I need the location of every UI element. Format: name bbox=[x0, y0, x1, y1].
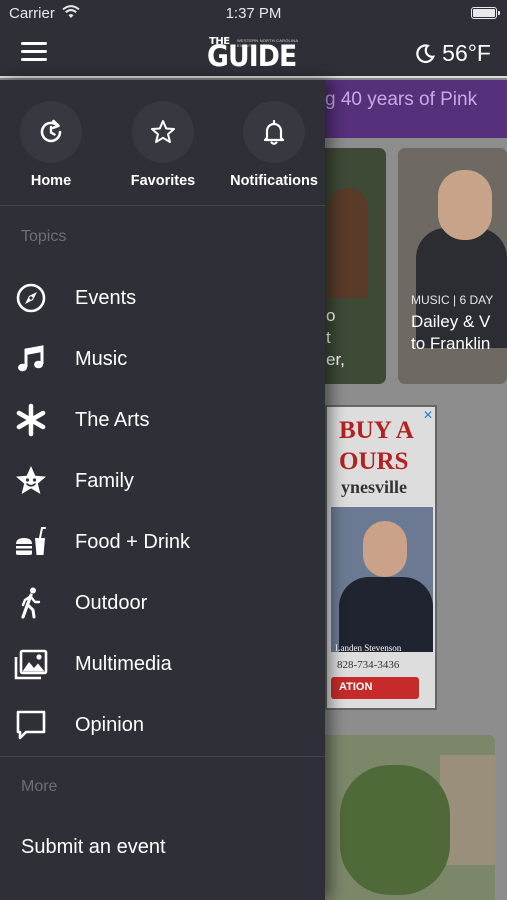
home-button[interactable]: Home bbox=[0, 101, 106, 189]
card-image bbox=[328, 188, 368, 298]
menu-item-the-arts[interactable]: The Arts bbox=[0, 391, 325, 449]
ad-headline: BUY A OURS bbox=[339, 417, 414, 475]
favorites-button[interactable]: Favorites bbox=[108, 101, 218, 189]
moon-icon bbox=[416, 43, 436, 63]
menu-item-label: The Arts bbox=[75, 409, 150, 431]
refresh-clock-icon bbox=[40, 119, 62, 143]
burger-drink-icon bbox=[16, 527, 46, 555]
logo-guide: GUIDE bbox=[207, 39, 297, 73]
topics-heading: Topics bbox=[21, 228, 67, 245]
side-drawer: Home Favorites Notifications Topics Even… bbox=[0, 80, 325, 900]
more-heading: More bbox=[21, 778, 58, 795]
asterisk-icon bbox=[16, 403, 46, 437]
weather-widget[interactable]: 56°F bbox=[414, 40, 491, 67]
promo-banner[interactable]: g 40 years of Pink bbox=[325, 80, 507, 138]
menu-item-multimedia[interactable]: Multimedia bbox=[0, 635, 325, 693]
ad-name: Landen Stevenson bbox=[335, 643, 402, 653]
feed-card[interactable]: MUSIC | 6 DAY Dailey & V to Franklin bbox=[398, 148, 507, 384]
card-category: MUSIC | 6 DAY bbox=[411, 293, 494, 307]
top-nav-bar: THE WESTERN NORTH CAROLINA EVENTS GUIDE … bbox=[0, 28, 507, 78]
bell-icon bbox=[263, 119, 285, 145]
menu-item-label: Music bbox=[75, 348, 128, 370]
menu-item-label: Outdoor bbox=[75, 592, 148, 614]
ad-town: ynesville bbox=[341, 477, 407, 497]
card-headline: Dailey & V to Franklin bbox=[411, 312, 491, 353]
music-note-icon bbox=[18, 345, 44, 372]
walking-person-icon bbox=[21, 587, 41, 619]
notifications-label: Notifications bbox=[230, 173, 318, 189]
temperature: 56°F bbox=[442, 40, 491, 66]
section-divider bbox=[0, 756, 325, 757]
card-image-face bbox=[438, 170, 492, 240]
app-logo[interactable]: THE WESTERN NORTH CAROLINA EVENTS GUIDE bbox=[207, 36, 303, 72]
menu-item-family[interactable]: Family bbox=[0, 452, 325, 510]
menu-icon[interactable] bbox=[21, 42, 47, 62]
photo-gallery-icon bbox=[14, 649, 48, 680]
clock: 1:37 PM bbox=[225, 5, 282, 22]
favorites-label: Favorites bbox=[130, 173, 196, 189]
ad-phone: 828-734-3436 bbox=[337, 659, 400, 671]
card-image-plant bbox=[340, 765, 450, 895]
menu-item-label: Food + Drink bbox=[75, 531, 191, 553]
star-face-icon bbox=[16, 466, 46, 494]
feed-card[interactable] bbox=[300, 735, 495, 900]
menu-item-food-drink[interactable]: Food + Drink bbox=[0, 513, 325, 571]
ad-close-icon[interactable]: ✕ bbox=[423, 408, 433, 422]
card-headline: o t er, bbox=[326, 306, 345, 369]
submit-event-link[interactable]: Submit an event bbox=[21, 836, 166, 859]
status-bar: Carrier 1:37 PM bbox=[0, 0, 507, 28]
menu-item-music[interactable]: Music bbox=[0, 330, 325, 388]
menu-item-outdoor[interactable]: Outdoor bbox=[0, 574, 325, 632]
advertisement[interactable]: BUY A OURS ynesville Landen Stevenson 82… bbox=[325, 405, 437, 710]
battery-icon bbox=[471, 7, 500, 19]
speech-bubble-icon bbox=[16, 710, 46, 740]
ad-photo bbox=[331, 507, 433, 652]
ad-cta-button[interactable]: ATION bbox=[331, 677, 419, 699]
menu-item-label: Opinion bbox=[75, 714, 144, 736]
star-icon bbox=[151, 120, 175, 143]
menu-item-opinion[interactable]: Opinion bbox=[0, 696, 325, 754]
menu-item-label: Events bbox=[75, 287, 137, 309]
banner-text: g 40 years of Pink bbox=[325, 89, 478, 110]
quick-links: Home Favorites Notifications bbox=[0, 80, 325, 206]
menu-item-label: Family bbox=[75, 470, 134, 492]
home-label: Home bbox=[30, 173, 72, 189]
notifications-button[interactable]: Notifications bbox=[219, 101, 329, 189]
menu-item-label: Multimedia bbox=[75, 653, 172, 675]
compass-icon bbox=[16, 283, 46, 313]
menu-item-events[interactable]: Events bbox=[0, 269, 325, 327]
